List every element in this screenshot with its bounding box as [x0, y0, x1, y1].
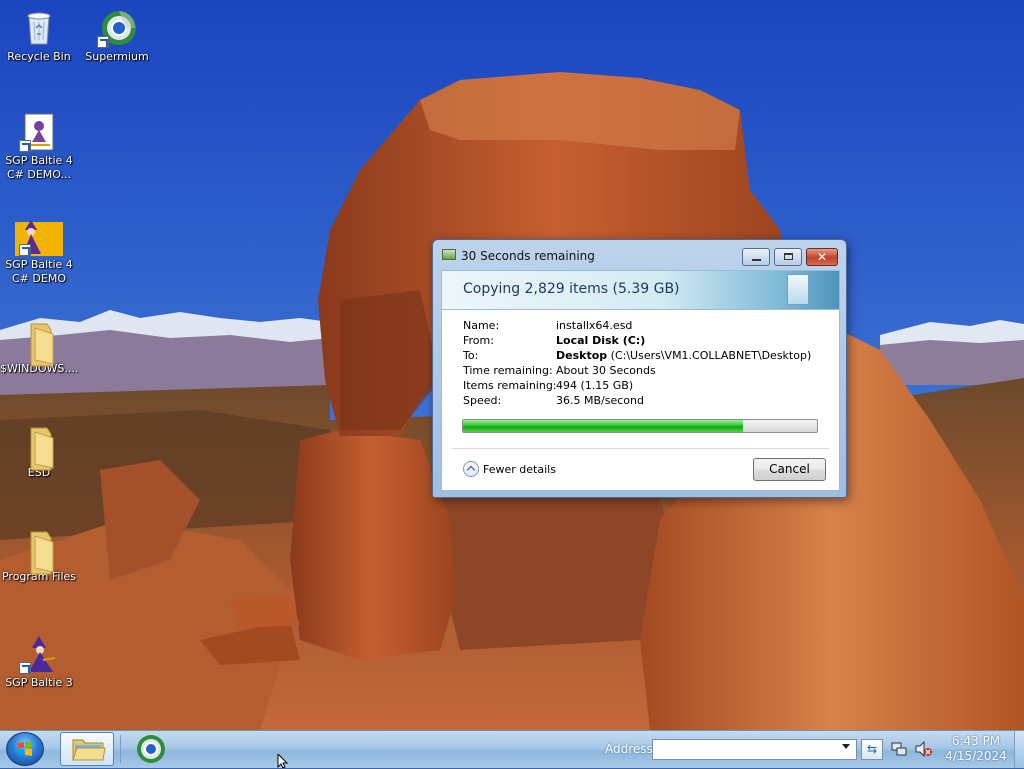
copy-heading: Copying 2,829 items (5.39 GB): [463, 281, 680, 297]
start-button[interactable]: [6, 732, 44, 766]
show-desktop-button[interactable]: [1014, 731, 1024, 768]
detail-row-from: From: Local Disk (C:): [463, 333, 811, 348]
system-clock[interactable]: 6:43 PM 4/15/2024: [942, 734, 1010, 764]
detail-row-time-remaining: Time remaining: About 30 Seconds: [463, 363, 811, 378]
close-icon: ✕: [816, 250, 828, 264]
shortcut-arrow-icon: [19, 662, 31, 674]
address-toolbar-label: Address: [605, 742, 653, 756]
maximize-button[interactable]: [774, 248, 802, 266]
folder-icon: [72, 739, 106, 761]
clock-time: 6:43 PM: [951, 734, 1001, 748]
detail-label: Items remaining:: [463, 379, 557, 392]
detail-label: From:: [463, 334, 494, 347]
fewer-details-label: Fewer details: [483, 462, 556, 476]
taskbar-separator: [120, 735, 121, 763]
desktop-icon-label: SGP Baltie 4 C# DEMO...: [5, 154, 73, 181]
copy-progress-dialog: 30 Seconds remaining ✕ Copying 2,829 ite…: [432, 239, 847, 498]
detail-value[interactable]: Desktop (C:\Users\VM1.COLLABNET\Desktop): [556, 348, 811, 363]
desktop-icon-recycle-bin[interactable]: Recycle Bin: [0, 8, 78, 64]
desktop-icon-label: Recycle Bin: [7, 50, 71, 63]
detail-label: To:: [463, 349, 479, 362]
wizard-shortcut-icon: [19, 634, 59, 674]
detail-label: Name:: [463, 319, 500, 332]
mouse-cursor-icon: [277, 754, 289, 768]
detail-value: 36.5 MB/second: [556, 394, 644, 407]
wizard-shortcut-icon: [15, 216, 63, 256]
desktop-icon-label: SGP Baltie 3: [5, 676, 73, 689]
copy-progress-bar: [462, 419, 818, 433]
desktop-icon-sgp-baltie-3[interactable]: SGP Baltie 3: [0, 634, 78, 690]
minimize-button[interactable]: [742, 248, 770, 266]
dialog-titlebar[interactable]: 30 Seconds remaining ✕: [433, 240, 846, 268]
folder-icon: [19, 528, 59, 575]
desktop-icon-label: Supermium: [85, 50, 149, 63]
clock-date: 4/15/2024: [945, 749, 1007, 763]
shortcut-arrow-icon: [97, 36, 109, 48]
folder-icon: [19, 424, 59, 471]
taskbar-supermium-button[interactable]: [126, 732, 176, 766]
detail-value: 494 (1.15 GB): [556, 379, 634, 392]
detail-row-name: Name: installx64.esd: [463, 318, 811, 333]
detail-label: Speed:: [463, 394, 502, 407]
address-input[interactable]: [652, 739, 857, 760]
go-arrows-icon: ⇆: [866, 742, 878, 756]
minimize-icon: [752, 259, 761, 261]
folder-icon: [19, 320, 59, 367]
shortcut-arrow-icon: [19, 244, 31, 256]
taskbar-explorer-button[interactable]: [60, 732, 114, 766]
chevron-down-icon[interactable]: [842, 744, 850, 749]
desktop-icon-program-files-folder[interactable]: Program Files: [0, 528, 78, 584]
detail-value: About 30 Seconds: [556, 364, 656, 377]
detail-row-to: To: Desktop (C:\Users\VM1.COLLABNET\Desk…: [463, 348, 811, 363]
divider: [452, 448, 829, 449]
cancel-button[interactable]: Cancel: [753, 458, 826, 481]
maximize-icon: [784, 253, 793, 260]
network-icon[interactable]: [891, 741, 907, 757]
volume-muted-icon[interactable]: [915, 741, 933, 757]
taskbar: Address ⇆ 6:43 PM 4/15/2024: [0, 730, 1024, 768]
chevron-up-icon: [463, 461, 479, 477]
desktop-icon-sgp-baltie-4-demo-doc[interactable]: SGP Baltie 4 C# DEMO...: [0, 112, 78, 182]
desktop-icon-sgp-baltie-4-demo[interactable]: SGP Baltie 4 C# DEMO: [0, 216, 78, 286]
copy-details: Name: installx64.esd From: Local Disk (C…: [463, 318, 811, 408]
desktop-icon-supermium[interactable]: Supermium: [78, 8, 156, 64]
detail-value: installx64.esd: [556, 319, 633, 332]
copy-app-icon: [442, 249, 456, 260]
detail-label: Time remaining:: [463, 364, 553, 377]
progress-fill: [463, 420, 743, 432]
dialog-header-band: Copying 2,829 items (5.39 GB): [441, 270, 840, 310]
detail-row-speed: Speed: 36.5 MB/second: [463, 393, 811, 408]
supermium-browser-icon: [137, 735, 165, 763]
fewer-details-button[interactable]: Fewer details: [463, 460, 556, 478]
detail-row-items-remaining: Items remaining: 494 (1.15 GB): [463, 378, 811, 393]
windows-logo-icon: [18, 742, 32, 756]
address-go-button[interactable]: ⇆: [861, 739, 883, 760]
document-icon: [787, 274, 809, 305]
desktop-icon-windows-folder[interactable]: $WINDOWS....: [0, 320, 78, 376]
dialog-content-panel: Name: installx64.esd From: Local Disk (C…: [441, 310, 840, 491]
supermium-browser-icon: [97, 8, 137, 48]
dialog-title: 30 Seconds remaining: [461, 249, 595, 263]
recycle-bin-icon: [19, 8, 59, 48]
document-shortcut-icon: [19, 112, 59, 152]
desktop-icon-label: SGP Baltie 4 C# DEMO: [5, 258, 73, 285]
close-button[interactable]: ✕: [806, 248, 838, 266]
desktop-icon-esd-folder[interactable]: ESD: [0, 424, 78, 480]
detail-value[interactable]: Local Disk (C:): [556, 333, 645, 348]
shortcut-arrow-icon: [19, 140, 31, 152]
